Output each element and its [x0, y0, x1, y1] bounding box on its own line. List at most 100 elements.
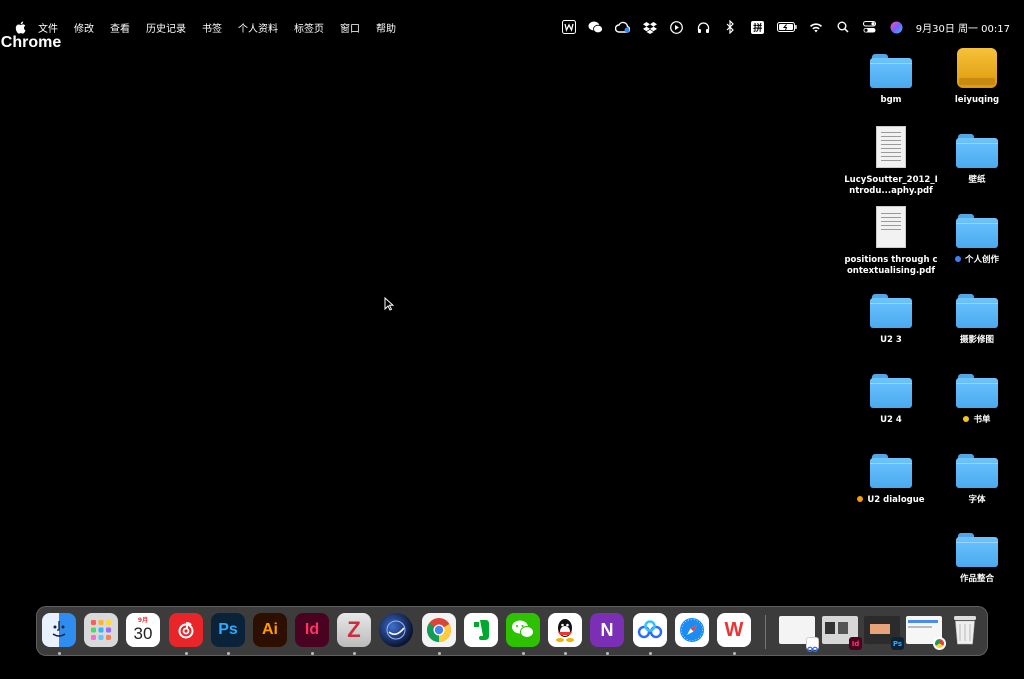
- illustrator-icon[interactable]: Ai: [253, 613, 287, 647]
- yellow-tag-dot: [963, 416, 970, 422]
- mouse-cursor-icon: [384, 296, 395, 315]
- desktop-item-label: bgm: [880, 95, 902, 105]
- desktop-folder-u2-4[interactable]: U2 4: [843, 364, 939, 426]
- desktop-item-label: U2 3: [880, 335, 902, 345]
- trash-icon[interactable]: [948, 613, 982, 647]
- desktop-item-label: 字体: [968, 495, 986, 505]
- desktop-item-label: 壁纸: [968, 175, 986, 185]
- play-icon[interactable]: [669, 19, 685, 35]
- wifi-icon[interactable]: [808, 19, 824, 35]
- baidu-netdisk-badge-icon: [806, 637, 819, 653]
- folder-icon: [956, 533, 998, 567]
- desktop-item-label: LucySoutter_2012_Introdu...aphy.pdf: [844, 175, 938, 196]
- external-drive-icon: [957, 48, 997, 88]
- calendar-icon[interactable]: 9月 30: [126, 613, 160, 647]
- creative-cloud-icon[interactable]: [615, 19, 631, 35]
- desktop-folder-wallpaper[interactable]: 壁纸: [929, 124, 1024, 186]
- folder-icon: [956, 374, 998, 408]
- running-indicator: [733, 652, 736, 655]
- folder-icon: [870, 294, 912, 328]
- running-indicator: [185, 652, 188, 655]
- qq-icon[interactable]: [548, 613, 582, 647]
- folder-icon: [956, 134, 998, 168]
- desktop-folder-u2-3[interactable]: U2 3: [843, 284, 939, 346]
- wps-icon[interactable]: W: [717, 613, 751, 647]
- dropbox-icon[interactable]: [642, 19, 658, 35]
- menubar-clock[interactable]: 9月30日 周一 00:17: [916, 20, 1010, 35]
- indesign-icon[interactable]: Id: [295, 613, 329, 647]
- chrome-badge-icon: [933, 637, 946, 650]
- running-indicator: [522, 652, 525, 655]
- headphones-icon[interactable]: [696, 19, 712, 35]
- orange-tag-dot: [857, 496, 864, 502]
- menu-view[interactable]: 查看: [110, 20, 130, 35]
- cinema4d-icon[interactable]: [379, 613, 413, 647]
- menu-bookmarks[interactable]: 书签: [202, 20, 222, 35]
- folder-icon: [870, 454, 912, 488]
- photoshop-window-thumbnail[interactable]: Ps: [864, 616, 904, 650]
- desktop-item-label: 书单: [929, 415, 1024, 426]
- launchpad-icon[interactable]: [84, 613, 118, 647]
- desktop-folder-fonts[interactable]: 字体: [929, 444, 1024, 506]
- desktop-drive-leiyuqing[interactable]: leiyuqing: [929, 44, 1024, 106]
- evernote-icon[interactable]: [464, 613, 498, 647]
- desktop-folder-photo-retouch[interactable]: 摄影修图: [929, 284, 1024, 346]
- dock-separator: [765, 615, 766, 649]
- folder-icon: [956, 294, 998, 328]
- input-method-icon[interactable]: 拼: [750, 19, 766, 35]
- folder-icon: [956, 454, 998, 488]
- baidu-netdisk-window-thumbnail[interactable]: [779, 616, 819, 653]
- finder-icon[interactable]: [42, 613, 76, 647]
- control-center-icon[interactable]: [862, 19, 878, 35]
- menu-window[interactable]: 窗口: [340, 20, 360, 35]
- chrome-window-thumbnail[interactable]: [906, 616, 946, 650]
- folder-icon: [870, 54, 912, 88]
- menu-edit[interactable]: 修改: [74, 20, 94, 35]
- netease-music-icon[interactable]: [169, 613, 203, 647]
- running-indicator: [438, 652, 441, 655]
- calendar-day: 30: [133, 624, 153, 643]
- chrome-icon[interactable]: [422, 613, 456, 647]
- folder-icon: [870, 374, 912, 408]
- app-menu-chrome[interactable]: Chrome: [1, 26, 61, 60]
- wechat-icon[interactable]: [506, 613, 540, 647]
- indesign-badge-icon: Id: [849, 637, 862, 650]
- menu-profiles[interactable]: 个人资料: [238, 20, 278, 35]
- desktop-folder-bgm[interactable]: bgm: [843, 44, 939, 106]
- wechat-icon[interactable]: [588, 19, 604, 35]
- onenote-icon[interactable]: N: [590, 613, 624, 647]
- pdf-thumbnail-icon: [876, 126, 906, 168]
- indesign-window-thumbnail[interactable]: Id: [822, 616, 862, 650]
- desktop-item-label: 摄影修图: [959, 335, 994, 345]
- zotero-icon[interactable]: Z: [337, 613, 371, 647]
- running-indicator: [227, 652, 230, 655]
- running-indicator: [649, 652, 652, 655]
- bluetooth-icon[interactable]: [723, 19, 739, 35]
- desktop-item-label: leiyuqing: [954, 95, 1000, 105]
- desktop-folder-booklist[interactable]: 书单: [929, 364, 1024, 426]
- running-indicator: [311, 652, 314, 655]
- running-indicator: [353, 652, 356, 655]
- folder-icon: [956, 214, 998, 248]
- desktop-item-label: U2 4: [880, 415, 902, 425]
- search-icon[interactable]: [835, 19, 851, 35]
- wps-icon[interactable]: [561, 19, 577, 35]
- baidu-netdisk-icon[interactable]: [633, 613, 667, 647]
- desktop-file-lucysoutter-pdf[interactable]: LucySoutter_2012_Introdu...aphy.pdf: [843, 124, 939, 197]
- running-indicator: [606, 652, 609, 655]
- photoshop-icon[interactable]: Ps: [211, 613, 245, 647]
- desktop-folder-u2-dialogue[interactable]: U2 dialogue: [843, 444, 939, 506]
- menu-help[interactable]: 帮助: [376, 20, 396, 35]
- blue-tag-dot: [954, 256, 961, 262]
- desktop-item-label: 作品整合: [959, 574, 994, 584]
- desktop-folder-personal-work[interactable]: 个人创作: [929, 204, 1024, 266]
- desktop-file-positions-pdf[interactable]: positions through contextualising.pdf: [843, 204, 939, 277]
- running-indicator: [564, 652, 567, 655]
- battery-icon[interactable]: [776, 19, 797, 35]
- menu-tab[interactable]: 标签页: [294, 20, 324, 35]
- desktop-folder-portfolio[interactable]: 作品整合: [929, 523, 1024, 585]
- safari-icon[interactable]: [675, 613, 709, 647]
- menu-history[interactable]: 历史记录: [146, 20, 186, 35]
- desktop-item-label: U2 dialogue: [843, 495, 939, 506]
- siri-icon[interactable]: [889, 19, 905, 35]
